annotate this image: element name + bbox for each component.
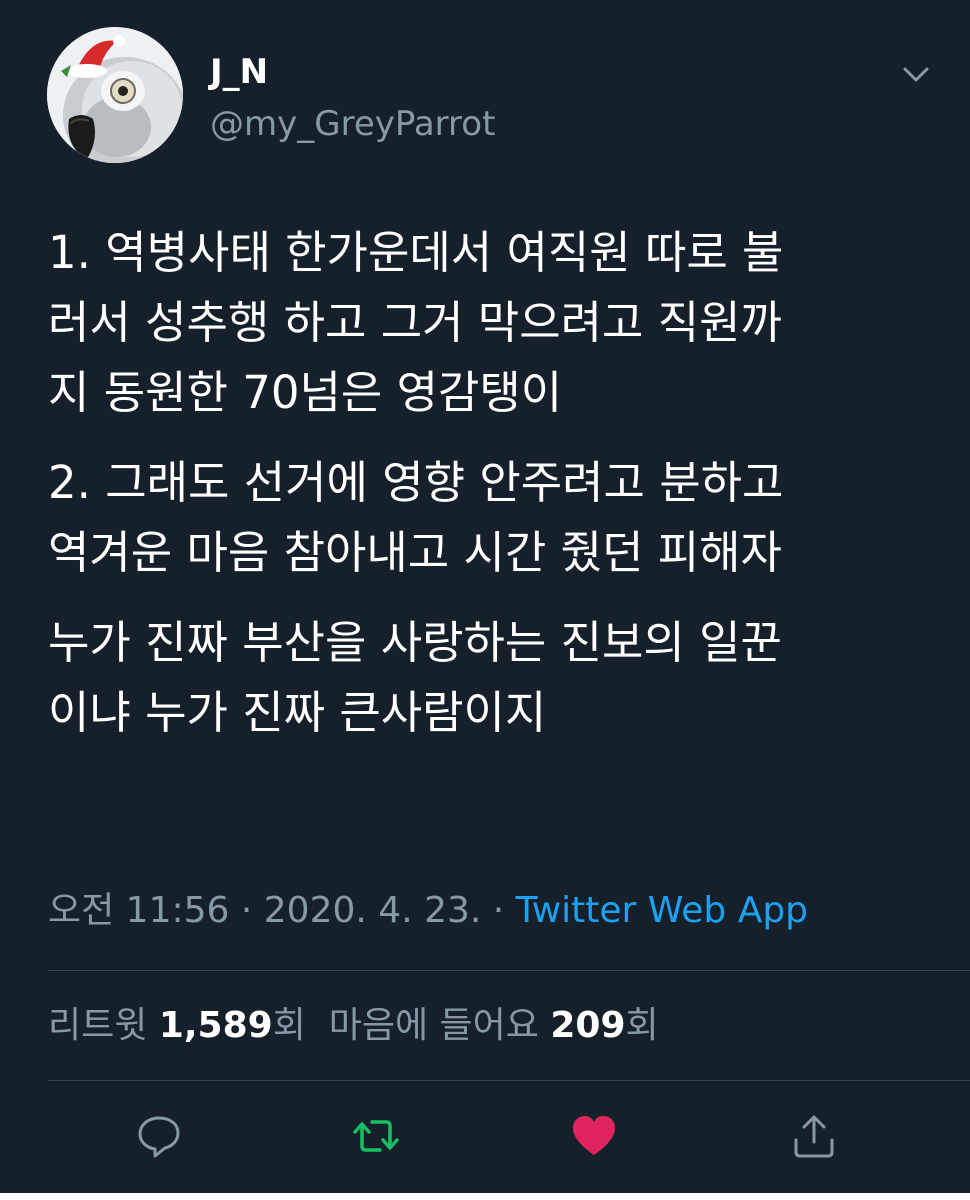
parrot-avatar-image [47, 27, 183, 163]
tweet-paragraph-1: 1. 역병사태 한가운데서 여직원 따로 불 러서 성추행 하고 그거 막으려고… [48, 226, 784, 419]
reply-icon[interactable] [135, 1112, 183, 1160]
tweet-time[interactable]: 오전 11:56 [48, 890, 229, 931]
likes-stat[interactable]: 마음에 들어요 209회 [329, 1005, 659, 1046]
avatar[interactable] [47, 27, 183, 163]
divider-2 [48, 1080, 970, 1081]
divider [48, 970, 970, 971]
tweet-detail: J_N @my_GreyParrot 1. 역병사태 한가운데서 여직원 따로 … [0, 0, 970, 1200]
action-bar [0, 1112, 970, 1162]
share-icon[interactable] [790, 1112, 838, 1160]
tweet-source-link[interactable]: Twitter Web App [516, 890, 808, 931]
chevron-down-icon[interactable] [899, 60, 933, 88]
user-handle[interactable]: @my_GreyParrot [210, 104, 495, 144]
retweets-count: 1,589 [158, 1005, 273, 1046]
retweets-stat[interactable]: 리트윗 1,589회 [48, 1005, 306, 1046]
tweet-date[interactable]: 2020. 4. 23. [264, 890, 482, 931]
retweet-icon[interactable] [352, 1112, 400, 1160]
display-name[interactable]: J_N [210, 52, 268, 92]
likes-label: 마음에 들어요 [328, 1005, 539, 1046]
tweet-paragraph-3: 누가 진짜 부산을 사랑하는 진보의 일꾼 이냐 누가 진짜 큰사람이지 [48, 616, 782, 739]
engagement-stats: 리트윗 1,589회 마음에 들어요 209회 [48, 1000, 659, 1052]
bottom-edge [0, 1193, 970, 1200]
retweets-label: 리트윗 [48, 1005, 148, 1046]
tweet-metadata: 오전 11:56 · 2020. 4. 23. · Twitter Web Ap… [48, 885, 808, 937]
likes-count: 209 [550, 1005, 626, 1046]
meta-separator-2: · [481, 890, 516, 931]
heart-icon[interactable] [570, 1112, 618, 1160]
retweets-suffix: 회 [272, 1005, 306, 1046]
tweet-text: 1. 역병사태 한가운데서 여직원 따로 불 러서 성추행 하고 그거 막으려고… [48, 218, 938, 768]
meta-separator: · [229, 890, 264, 931]
tweet-paragraph-2: 2. 그래도 선거에 영향 안주려고 분하고 역겨운 마음 참아내고 시간 줬던… [48, 456, 784, 579]
likes-suffix: 회 [625, 1005, 659, 1046]
